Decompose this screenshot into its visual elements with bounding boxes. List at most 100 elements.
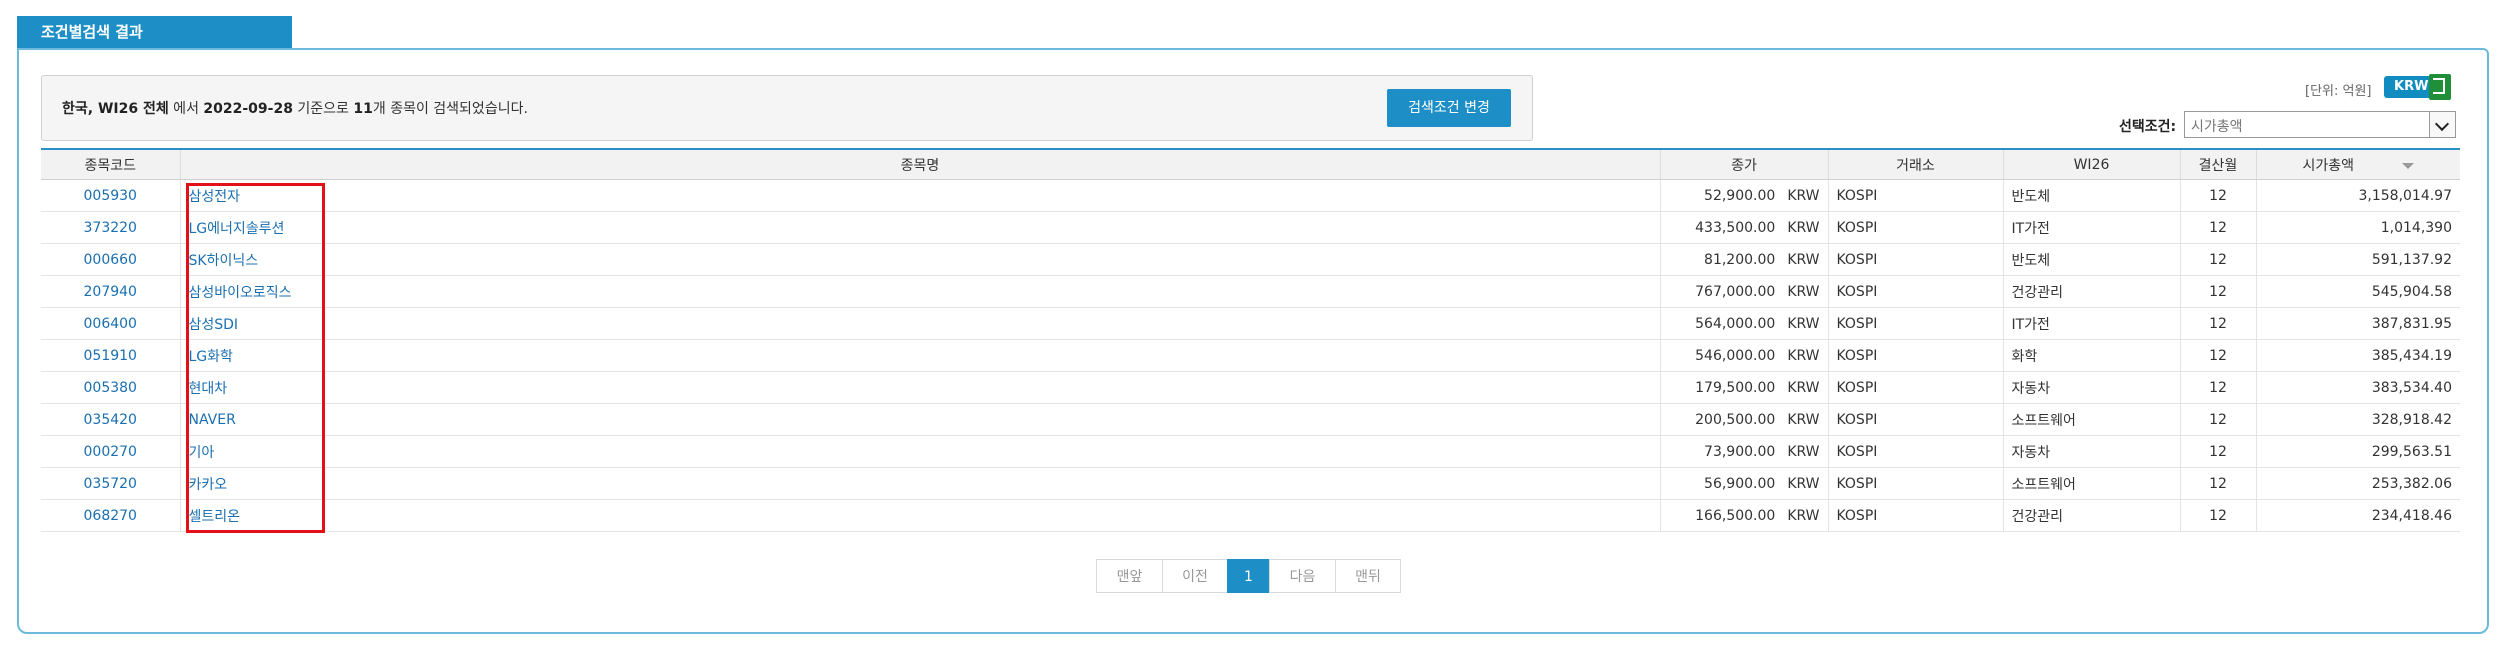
cell-fiscal-month: 12 (2179, 499, 2256, 532)
price-currency: KRW (1787, 379, 1820, 396)
table-row[interactable]: 035420 NAVER 200,500.00 KRW KOSPI 소프트웨어 12 328,… (41, 403, 2460, 436)
cell-code[interactable]: 035720 (41, 467, 180, 500)
summary-text-middle: 에서 (168, 101, 204, 117)
cell-exchange: KOSPI (1827, 275, 2003, 308)
cell-sector: 건강관리 (2002, 275, 2180, 308)
cell-fiscal-month: 12 (2179, 403, 2256, 436)
price-value: 81,200.00 (1704, 251, 1776, 268)
header-fiscal-month[interactable]: 결산월 (2179, 148, 2256, 180)
price-value: 52,900.00 (1704, 187, 1776, 204)
header-market-cap[interactable]: 시가총액 (2255, 148, 2460, 180)
cell-sector: 반도체 (2002, 179, 2180, 212)
cell-market-cap: 387,831.95 (2255, 307, 2460, 340)
table-row[interactable]: 373220 LG에너지솔루션 433,500.00 KRW KOSPI IT가전 12 1,… (41, 211, 2460, 244)
table-row[interactable]: 000660 SK하이닉스 81,200.00 KRW KOSPI 반도체 12 591,13… (41, 243, 2460, 276)
cell-code[interactable]: 000660 (41, 243, 180, 276)
cell-code[interactable]: 068270 (41, 499, 180, 532)
cell-price: 166,500.00 KRW (1659, 499, 1828, 532)
price-value: 166,500.00 (1695, 507, 1776, 524)
table-row[interactable]: 207940 삼성바이오로직스 767,000.00 KRW KOSPI 건강관리 12 54… (41, 275, 2460, 308)
table-row[interactable]: 006400 삼성SDI 564,000.00 KRW KOSPI IT가전 12 387,8… (41, 307, 2460, 340)
select-condition-dropdown[interactable]: 시가총액 (2184, 111, 2456, 138)
cell-code[interactable]: 373220 (41, 211, 180, 244)
table-row[interactable]: 000270 기아 73,900.00 KRW KOSPI 자동차 12 299,563.51 (41, 435, 2460, 468)
header-price[interactable]: 종가 (1659, 148, 1828, 180)
cell-price: 73,900.00 KRW (1659, 435, 1828, 468)
header-exchange[interactable]: 거래소 (1827, 148, 2003, 180)
cell-price: 546,000.00 KRW (1659, 339, 1828, 372)
price-currency: KRW (1787, 187, 1820, 204)
cell-market-cap: 234,418.46 (2255, 499, 2460, 532)
table-row[interactable]: 035720 카카오 56,900.00 KRW KOSPI 소프트웨어 12 253,382… (41, 467, 2460, 500)
cell-price: 767,000.00 KRW (1659, 275, 1828, 308)
cell-exchange: KOSPI (1827, 307, 2003, 340)
cell-name[interactable]: NAVER (179, 403, 1660, 436)
price-value: 73,900.00 (1704, 443, 1776, 460)
cell-sector: 반도체 (2002, 243, 2180, 276)
cell-fiscal-month: 12 (2179, 179, 2256, 212)
cell-price: 200,500.00 KRW (1659, 403, 1828, 436)
summary-text-end: 개 종목이 검색되었습니다. (372, 101, 528, 117)
cell-name[interactable]: 삼성바이오로직스 (179, 275, 1660, 308)
table-row[interactable]: 005930 삼성전자 52,900.00 KRW KOSPI 반도체 12 3,158,01… (41, 179, 2460, 212)
header-name[interactable]: 종목명 (179, 148, 1660, 180)
summary-count: 11 (353, 101, 373, 117)
cell-name[interactable]: 삼성전자 (179, 179, 1660, 212)
excel-download-icon[interactable] (2429, 74, 2451, 100)
price-currency: KRW (1787, 251, 1820, 268)
cell-code[interactable]: 207940 (41, 275, 180, 308)
cell-name[interactable]: 기아 (179, 435, 1660, 468)
page-current-button[interactable]: 1 (1227, 559, 1270, 593)
change-criteria-button[interactable]: 검색조건 변경 (1387, 89, 1511, 127)
cell-exchange: KOSPI (1827, 211, 2003, 244)
cell-name[interactable]: LG에너지솔루션 (179, 211, 1660, 244)
cell-price: 433,500.00 KRW (1659, 211, 1828, 244)
cell-fiscal-month: 12 (2179, 211, 2256, 244)
page-first-button[interactable]: 맨앞 (1096, 559, 1163, 593)
header-sector[interactable]: WI26 (2002, 148, 2180, 180)
cell-price: 179,500.00 KRW (1659, 371, 1828, 404)
cell-name[interactable]: 삼성SDI (179, 307, 1660, 340)
cell-name[interactable]: LG화학 (179, 339, 1660, 372)
search-summary: 한국, WI26 전체 에서 2022-09-28 기준으로 11개 종목이 검… (41, 75, 1533, 141)
page-prev-button[interactable]: 이전 (1162, 559, 1228, 593)
cell-code[interactable]: 005380 (41, 371, 180, 404)
cell-code[interactable]: 000270 (41, 435, 180, 468)
price-value: 564,000.00 (1695, 315, 1776, 332)
price-currency: KRW (1787, 507, 1820, 524)
cell-name[interactable]: 셀트리온 (179, 499, 1660, 532)
cell-name[interactable]: 카카오 (179, 467, 1660, 500)
cell-market-cap: 299,563.51 (2255, 435, 2460, 468)
cell-sector: 자동차 (2002, 371, 2180, 404)
header-code[interactable]: 종목코드 (41, 148, 180, 180)
page-next-button[interactable]: 다음 (1269, 559, 1336, 593)
cell-price: 564,000.00 KRW (1659, 307, 1828, 340)
cell-fiscal-month: 12 (2179, 275, 2256, 308)
cell-name[interactable]: SK하이닉스 (179, 243, 1660, 276)
sort-desc-icon[interactable] (2402, 162, 2415, 169)
tab-search-results[interactable]: 조건별검색 결과 (17, 16, 292, 49)
table-row[interactable]: 005380 현대차 179,500.00 KRW KOSPI 자동차 12 383,534.… (41, 371, 2460, 404)
table-header-row: 종목코드 종목명 종가 거래소 WI26 결산월 시가총액 (41, 148, 2460, 180)
cell-code[interactable]: 005930 (41, 179, 180, 212)
cell-market-cap: 383,534.40 (2255, 371, 2460, 404)
price-value: 56,900.00 (1704, 475, 1776, 492)
unit-label: [단위: 억원] (2305, 84, 2372, 99)
cell-price: 52,900.00 KRW (1659, 179, 1828, 212)
select-condition-value: 시가총액 (2191, 119, 2243, 135)
price-value: 433,500.00 (1695, 219, 1776, 236)
price-currency: KRW (1787, 475, 1820, 492)
page-last-button[interactable]: 맨뒤 (1335, 559, 1401, 593)
price-currency: KRW (1787, 443, 1820, 460)
cell-name[interactable]: 현대차 (179, 371, 1660, 404)
table-row[interactable]: 068270 셀트리온 166,500.00 KRW KOSPI 건강관리 12 234,41… (41, 499, 2460, 532)
cell-sector: 자동차 (2002, 435, 2180, 468)
summary-text-base: 기준으로 (292, 101, 354, 117)
table-row[interactable]: 051910 LG화학 546,000.00 KRW KOSPI 화학 12 385,434.… (41, 339, 2460, 372)
cell-code[interactable]: 006400 (41, 307, 180, 340)
cell-code[interactable]: 035420 (41, 403, 180, 436)
price-currency: KRW (1787, 411, 1820, 428)
pagination: 맨앞 이전 1 다음 맨뒤 (1096, 559, 1401, 593)
cell-code[interactable]: 051910 (41, 339, 180, 372)
chevron-down-icon[interactable] (2429, 112, 2455, 137)
